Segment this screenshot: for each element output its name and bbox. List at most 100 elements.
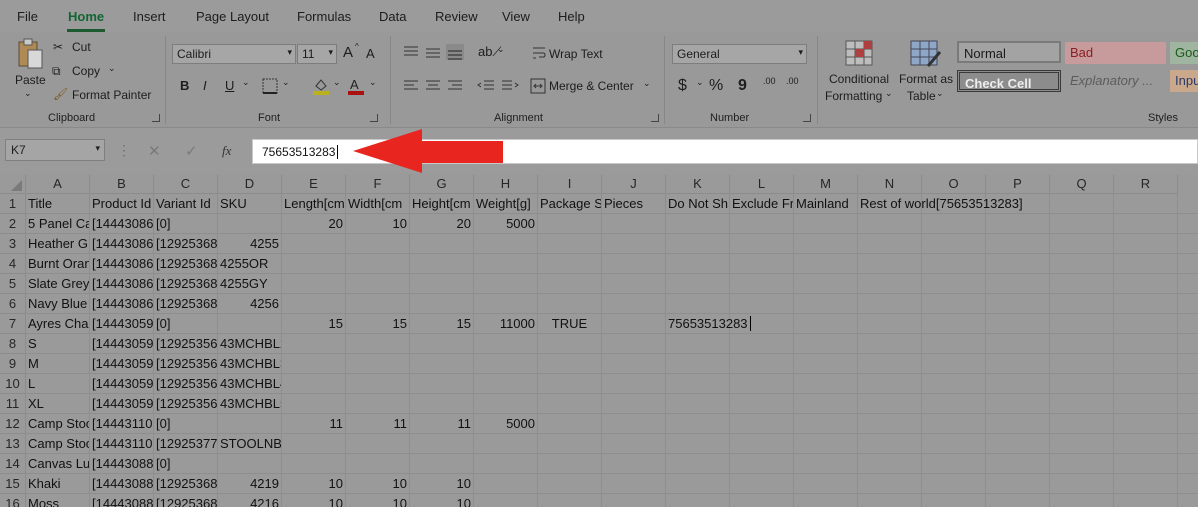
cell-h2[interactable]: 5000	[474, 214, 537, 234]
underline-dropdown-icon[interactable]: ⌄	[242, 77, 250, 88]
cell-j1[interactable]: Pieces	[602, 194, 665, 214]
insert-function-button[interactable]: fx	[222, 143, 231, 159]
row-header-8[interactable]: 8	[0, 334, 26, 354]
row-header-14[interactable]: 14	[0, 454, 26, 474]
cell-d13[interactable]: STOOLNB	[218, 434, 281, 454]
menu-page-layout[interactable]: Page Layout	[196, 9, 269, 24]
style-check-cell[interactable]: Check Cell	[957, 70, 1061, 92]
cell-b7[interactable]: [14443059	[90, 314, 153, 334]
indent-icons[interactable]	[476, 78, 520, 94]
borders-icon[interactable]	[262, 78, 278, 94]
column-header-b[interactable]: B	[90, 174, 154, 194]
cell-a6[interactable]: Navy Blue	[26, 294, 89, 314]
cell-a3[interactable]: Heather G	[26, 234, 89, 254]
conditional-formatting-label-2[interactable]: Formatting	[825, 89, 882, 103]
cell-f15[interactable]: 10	[346, 474, 409, 494]
merge-center-button[interactable]: Merge & Center	[549, 79, 634, 93]
format-as-table-button[interactable]: Format as	[899, 72, 953, 86]
cell-c5[interactable]: [12925368	[154, 274, 217, 294]
cell-e16[interactable]: 10	[282, 494, 345, 507]
style-good[interactable]: Goo	[1170, 42, 1198, 64]
name-box[interactable]: K7 ▾	[5, 139, 105, 161]
copy-dropdown-icon[interactable]: ⌄	[108, 63, 116, 74]
font-size-combo[interactable]: 11 ▾	[297, 44, 337, 64]
menu-formulas[interactable]: Formulas	[297, 9, 351, 24]
column-header-c[interactable]: C	[154, 174, 218, 194]
row-header-9[interactable]: 9	[0, 354, 26, 374]
cell-d15[interactable]: 4219	[218, 474, 281, 494]
spreadsheet-grid[interactable]: A B C D E F G H I J K L M N O P Q R 1 Title Product Id Varian…	[0, 174, 1198, 507]
decrease-decimal-button[interactable]: .00	[786, 76, 799, 86]
cell-c7[interactable]: [0]	[154, 314, 217, 334]
column-header-a[interactable]: A	[26, 174, 90, 194]
cell-a1[interactable]: Title	[26, 194, 89, 214]
italic-button[interactable]: I	[203, 78, 207, 93]
font-name-combo[interactable]: Calibri ▾	[172, 44, 296, 64]
cell-b2[interactable]: [14443086	[90, 214, 153, 234]
paste-dropdown-icon[interactable]: ⌄	[24, 88, 32, 99]
cell-b11[interactable]: [14443059	[90, 394, 153, 414]
merge-icon[interactable]	[530, 78, 546, 94]
row-header-11[interactable]: 11	[0, 394, 26, 414]
cancel-icon[interactable]: ✕	[148, 142, 161, 160]
cell-a11[interactable]: XL	[26, 394, 89, 414]
row-header-13[interactable]: 13	[0, 434, 26, 454]
fill-color-dropdown-icon[interactable]: ⌄	[333, 77, 341, 88]
cell-e7[interactable]: 15	[282, 314, 345, 334]
cell-a5[interactable]: Slate Grey	[26, 274, 89, 294]
clipboard-launcher-icon[interactable]	[152, 114, 160, 122]
column-header-o[interactable]: O	[922, 174, 986, 194]
paste-icon[interactable]	[15, 38, 45, 72]
cell-d9[interactable]: 43MCHBL3	[218, 354, 281, 374]
row-header-10[interactable]: 10	[0, 374, 26, 394]
row-header-4[interactable]: 4	[0, 254, 26, 274]
cell-a14[interactable]: Canvas Lu	[26, 454, 89, 474]
enter-icon[interactable]: ✓	[185, 142, 198, 160]
row-header-1[interactable]: 1	[0, 194, 26, 214]
cell-a2[interactable]: 5 Panel Ca	[26, 214, 89, 234]
select-all-corner[interactable]	[0, 174, 26, 194]
cell-c1[interactable]: Variant Id	[154, 194, 217, 214]
cell-a13[interactable]: Camp Stoo	[26, 434, 89, 454]
cell-a15[interactable]: Khaki	[26, 474, 89, 494]
cell-f12[interactable]: 11	[346, 414, 409, 434]
style-normal[interactable]: Normal	[957, 41, 1061, 63]
grow-font-button[interactable]: A	[343, 44, 353, 61]
cell-b10[interactable]: [14443059	[90, 374, 153, 394]
merge-dropdown-icon[interactable]: ⌄	[643, 78, 651, 89]
cell-a12[interactable]: Camp Stoo	[26, 414, 89, 434]
cell-a8[interactable]: S	[26, 334, 89, 354]
number-format-combo[interactable]: General ▾	[672, 44, 807, 64]
paste-button[interactable]: Paste	[15, 73, 46, 87]
column-header-p[interactable]: P	[986, 174, 1050, 194]
percent-button[interactable]: %	[709, 77, 723, 95]
wrap-text-button[interactable]: Wrap Text	[549, 47, 603, 61]
cell-e15[interactable]: 10	[282, 474, 345, 494]
column-header-r[interactable]: R	[1114, 174, 1178, 194]
menu-review[interactable]: Review	[435, 9, 478, 24]
cell-f16[interactable]: 10	[346, 494, 409, 507]
cell-d10[interactable]: 43MCHBL4	[218, 374, 281, 394]
cell-c16[interactable]: [12925368	[154, 494, 217, 507]
conditional-formatting-dropdown-icon[interactable]: ⌄	[885, 88, 893, 99]
cell-c12[interactable]: [0]	[154, 414, 217, 434]
cell-d3[interactable]: 4255	[218, 234, 281, 254]
cell-b16[interactable]: [14443088	[90, 494, 153, 507]
currency-dropdown-icon[interactable]: ⌄	[696, 77, 704, 88]
cell-b6[interactable]: [14443086	[90, 294, 153, 314]
currency-button[interactable]: $	[678, 77, 687, 95]
cut-button[interactable]: Cut	[72, 40, 91, 54]
font-color-icon[interactable]: A	[347, 76, 365, 96]
style-bad[interactable]: Bad	[1065, 42, 1166, 64]
menu-insert[interactable]: Insert	[133, 9, 166, 24]
cell-b4[interactable]: [14443086	[90, 254, 153, 274]
cell-d8[interactable]: 43MCHBL2	[218, 334, 281, 354]
cell-a7[interactable]: Ayres Cha	[26, 314, 89, 334]
fill-color-icon[interactable]	[312, 76, 330, 96]
cell-c15[interactable]: [12925368	[154, 474, 217, 494]
font-color-dropdown-icon[interactable]: ⌄	[369, 77, 377, 88]
column-header-l[interactable]: L	[730, 174, 794, 194]
cell-g15[interactable]: 10	[410, 474, 473, 494]
cell-d11[interactable]: 43MCHBL5	[218, 394, 281, 414]
cell-c4[interactable]: [12925368	[154, 254, 217, 274]
